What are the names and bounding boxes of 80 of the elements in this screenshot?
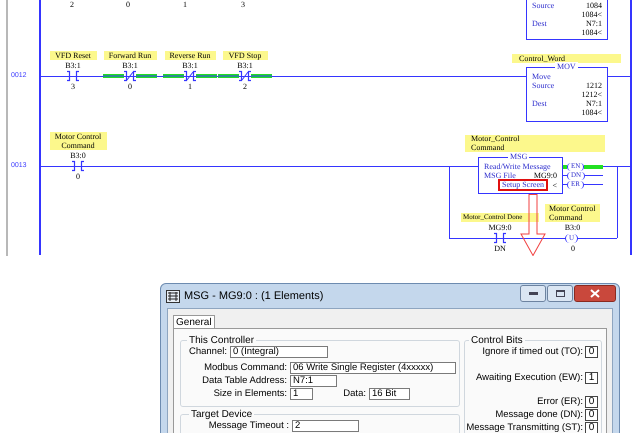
bit-label: Message Transmitting (ST): xyxy=(466,422,583,433)
bit-label: Awaiting Execution (EW): xyxy=(476,372,583,384)
bit-text: 0 xyxy=(127,82,133,91)
field-label: Channel: xyxy=(188,346,227,358)
bit-text: 3 xyxy=(70,82,76,91)
operand-value: 1212< xyxy=(581,90,602,99)
bit-text: 2 xyxy=(69,0,75,9)
bit-value-field[interactable]: 0 xyxy=(585,422,598,433)
address-text: B3:1 xyxy=(122,61,138,70)
tag-label: VFD Reset xyxy=(50,51,96,60)
field-label: Size in Elements: xyxy=(212,388,287,400)
marker-text: < xyxy=(552,180,557,190)
operand-label: Source xyxy=(532,81,554,90)
tag-label: Motor Control Command xyxy=(545,204,600,222)
tag-label: Motor Control Command xyxy=(50,132,106,150)
block-name: Move xyxy=(532,72,552,81)
maximize-button[interactable] xyxy=(547,285,573,302)
operand-value: N7:1 xyxy=(586,99,602,108)
bit-label: Ignore if timed out (TO): xyxy=(482,346,583,358)
bit-text: 1 xyxy=(187,82,193,91)
input-field[interactable]: 1 xyxy=(290,388,313,400)
minimize-button[interactable] xyxy=(520,285,546,302)
input-field[interactable]: 0 (Integral) xyxy=(230,346,328,358)
block-name: Read/Write Message xyxy=(484,162,552,171)
setup-screen-link[interactable]: Setup Screen xyxy=(498,179,548,191)
operand-label: Dest xyxy=(532,99,547,108)
tag-label: Forward Run xyxy=(104,51,156,60)
bit-value-field[interactable]: 1 xyxy=(585,372,598,384)
minimize-icon xyxy=(528,292,538,295)
address-text: MG9:0 xyxy=(488,223,512,232)
block-title: MSG xyxy=(508,152,530,161)
bit-text: 3 xyxy=(240,0,246,9)
close-button[interactable] xyxy=(574,285,616,302)
address-text: B3:0 xyxy=(70,151,86,160)
field-label: Modbus Command: xyxy=(203,362,287,374)
bit-text: 0 xyxy=(75,172,81,181)
tag-label: Reverse Run xyxy=(164,51,216,60)
operand-value: 1084< xyxy=(581,28,602,37)
operand-label: Dest xyxy=(532,19,547,28)
operand-value: 1084< xyxy=(581,108,602,117)
address-text: B3:0 xyxy=(564,223,580,232)
operand-value: 1084 xyxy=(586,1,602,10)
field-label: Data: xyxy=(342,388,366,400)
input-field[interactable]: N7:1 xyxy=(290,375,337,387)
maximize-icon xyxy=(556,290,564,297)
bit-value-field[interactable]: 0 xyxy=(585,396,598,408)
bit-label: Error (ER): xyxy=(537,396,583,408)
window-title: MSG - MG9:0 : (1 Elements) xyxy=(184,290,324,302)
group-title: Control Bits xyxy=(470,335,524,346)
operand-label: Source xyxy=(532,1,554,10)
address-text: B3:1 xyxy=(182,61,198,70)
tag-label: Control_Word xyxy=(512,54,621,63)
bit-value-field[interactable]: 0 xyxy=(585,409,598,421)
block-title: MOV xyxy=(555,62,578,71)
field-label: Message Timeout : xyxy=(208,420,289,432)
address-text: B3:1 xyxy=(237,61,253,70)
operand-value: MG9:0 xyxy=(534,171,557,180)
bit-text: DN xyxy=(493,244,507,253)
bit-value-field[interactable]: 0 xyxy=(585,346,598,358)
bit-text: 1 xyxy=(182,0,188,9)
address-text: B3:1 xyxy=(65,61,81,70)
bit-label: Message done (DN): xyxy=(495,409,583,421)
input-field[interactable]: 2 xyxy=(292,420,359,432)
operand-value: 1084< xyxy=(581,10,602,19)
bit-text: 2 xyxy=(242,82,248,91)
group-title: Target Device xyxy=(190,409,254,420)
operand-label: MSG File xyxy=(484,171,516,180)
tag-label: VFD Stop xyxy=(222,51,268,60)
input-field[interactable]: 06 Write Single Register (4xxxxx) xyxy=(290,362,456,374)
field-label: Data Table Address: xyxy=(201,375,287,387)
operand-value: N7:1 xyxy=(586,19,602,28)
group-title: This Controller xyxy=(188,335,256,346)
bit-text: 0 xyxy=(125,0,131,9)
operand-value: 1212 xyxy=(586,81,602,90)
tab[interactable]: General xyxy=(173,315,215,328)
close-icon xyxy=(590,289,600,298)
bit-text: 0 xyxy=(570,244,576,253)
tag-label: Motor_Control Command xyxy=(465,135,605,152)
ladder-app-icon xyxy=(166,290,180,302)
input-field[interactable]: 16 Bit xyxy=(369,388,410,400)
